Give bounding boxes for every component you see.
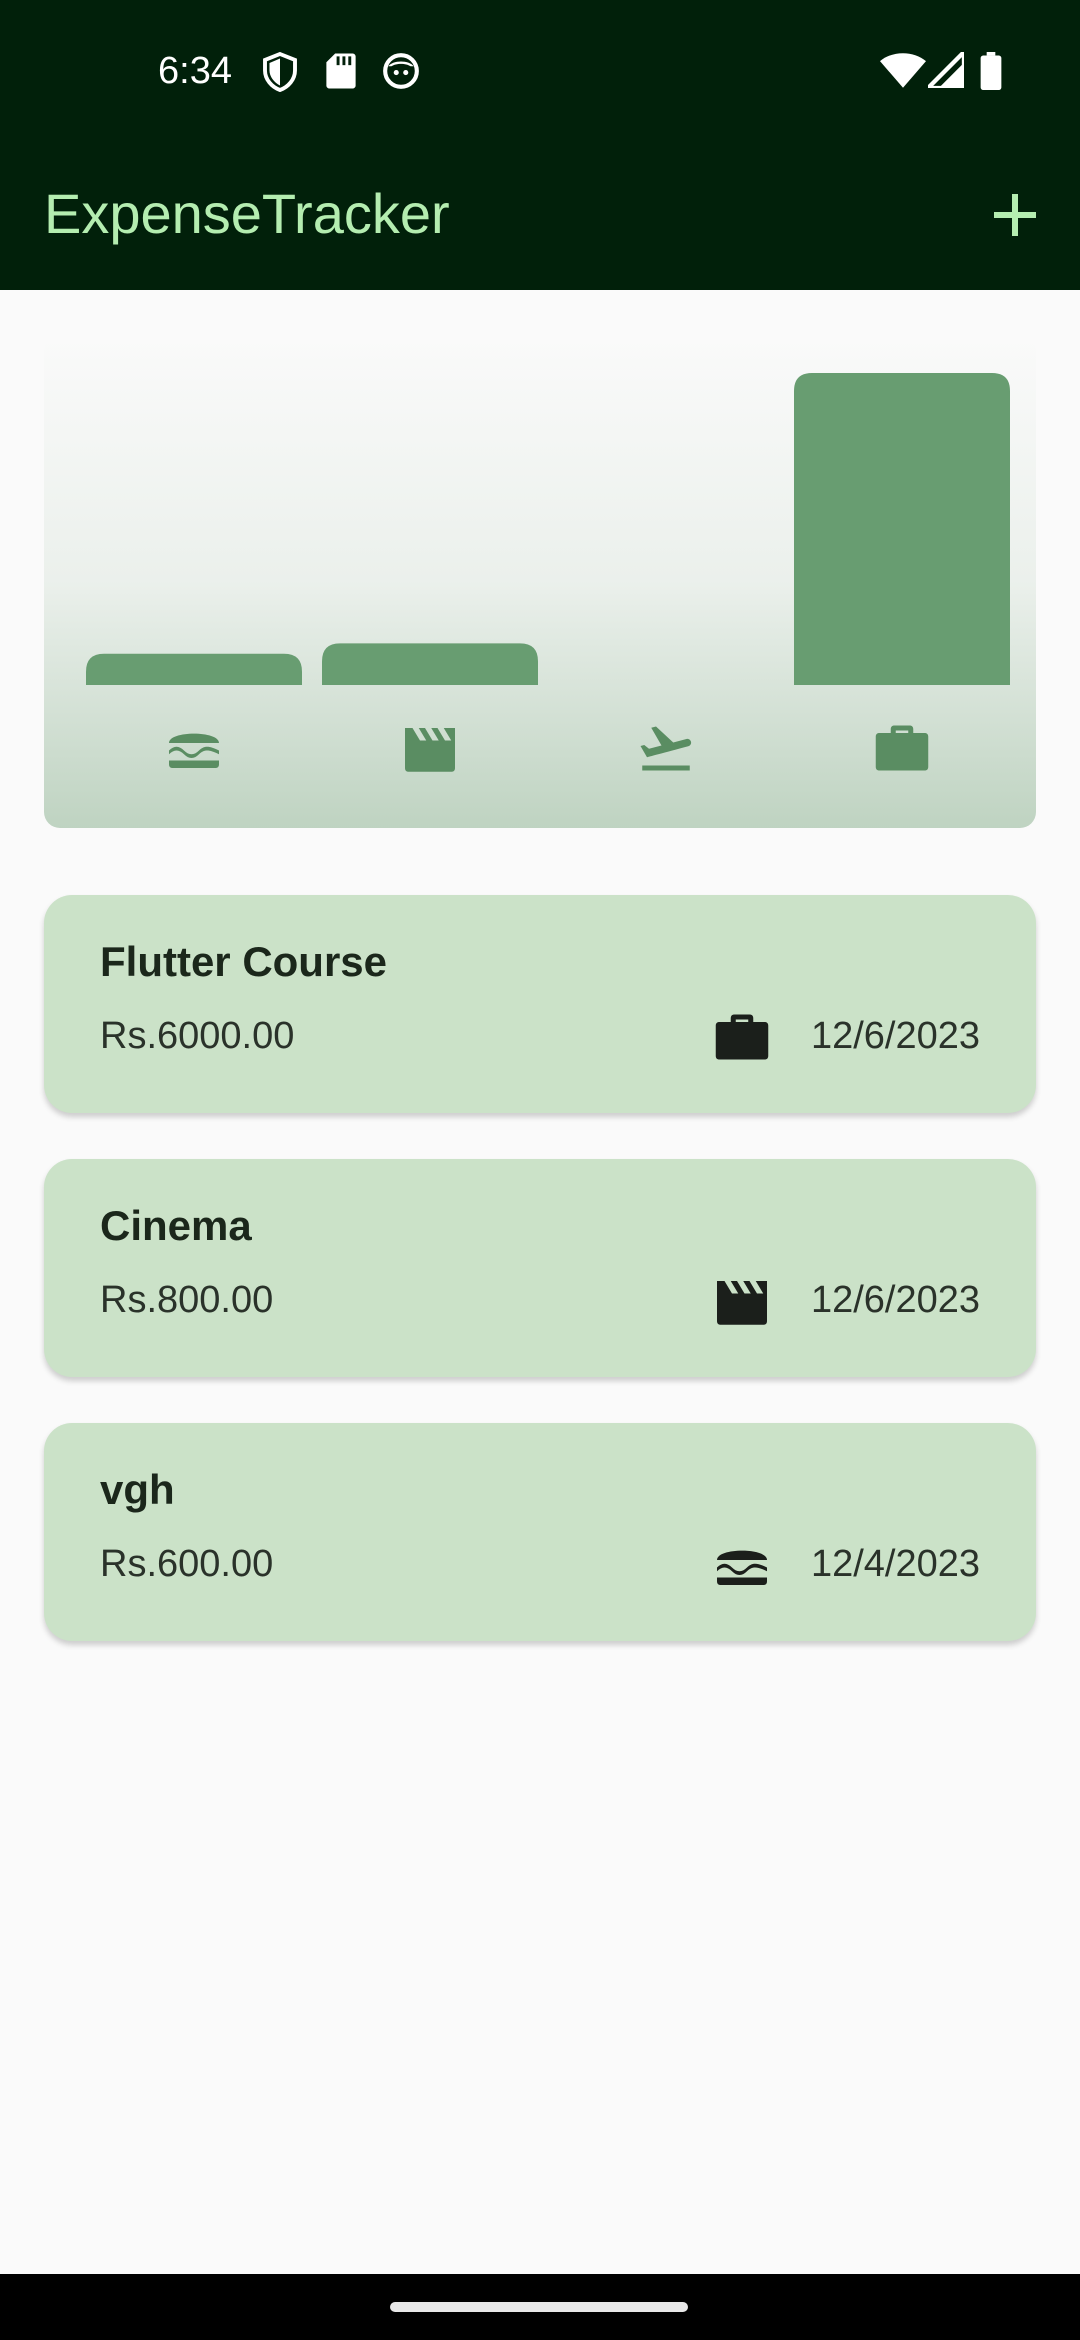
briefcase-icon — [875, 725, 929, 771]
face-icon — [383, 53, 419, 89]
sd-card-icon — [326, 53, 356, 89]
cell-signal-icon — [928, 52, 964, 88]
expense-chart — [44, 335, 1036, 828]
burger-icon — [169, 733, 219, 768]
navigation-bar — [0, 2274, 1080, 2340]
chart-bar-food — [86, 653, 302, 685]
expense-title: Cinema — [100, 1202, 252, 1249]
status-time: 6:34 — [158, 50, 232, 92]
add-expense-button[interactable] — [980, 180, 1050, 250]
briefcase-icon — [715, 1014, 769, 1060]
expense-card[interactable]: Flutter Course Rs.6000.00 12/6/2023 — [44, 895, 1036, 1113]
expense-date: 12/4/2023 — [810, 1543, 980, 1585]
expense-title: vgh — [100, 1466, 175, 1513]
burger-icon — [717, 1550, 767, 1585]
chart-bar-leisure — [322, 643, 538, 685]
expense-chart-svg — [86, 373, 1010, 772]
app-bar: ExpenseTracker — [0, 140, 1080, 290]
expense-amount: Rs.6000.00 — [100, 1015, 295, 1057]
status-bar: 6:34 — [0, 0, 1080, 140]
movie-clapper-icon — [717, 1281, 767, 1325]
plus-icon — [994, 194, 1036, 236]
movie-clapper-icon — [405, 728, 455, 772]
expense-card[interactable]: Cinema Rs.800.00 12/6/2023 — [44, 1159, 1036, 1377]
home-handle[interactable] — [390, 2302, 688, 2312]
expense-amount: Rs.600.00 — [100, 1543, 274, 1585]
expense-title: Flutter Course — [100, 938, 388, 985]
expense-date: 12/6/2023 — [810, 1279, 980, 1321]
expense-card[interactable]: vgh Rs.600.00 12/4/2023 — [44, 1423, 1036, 1641]
expense-amount: Rs.800.00 — [100, 1279, 274, 1321]
wifi-icon — [880, 53, 926, 88]
shield-icon — [263, 52, 297, 92]
expense-date: 12/6/2023 — [810, 1015, 980, 1057]
app-title: ExpenseTracker — [44, 182, 450, 245]
battery-icon — [980, 52, 1002, 90]
chart-bar-work — [794, 373, 1010, 685]
flight-takeoff-icon — [640, 726, 692, 771]
